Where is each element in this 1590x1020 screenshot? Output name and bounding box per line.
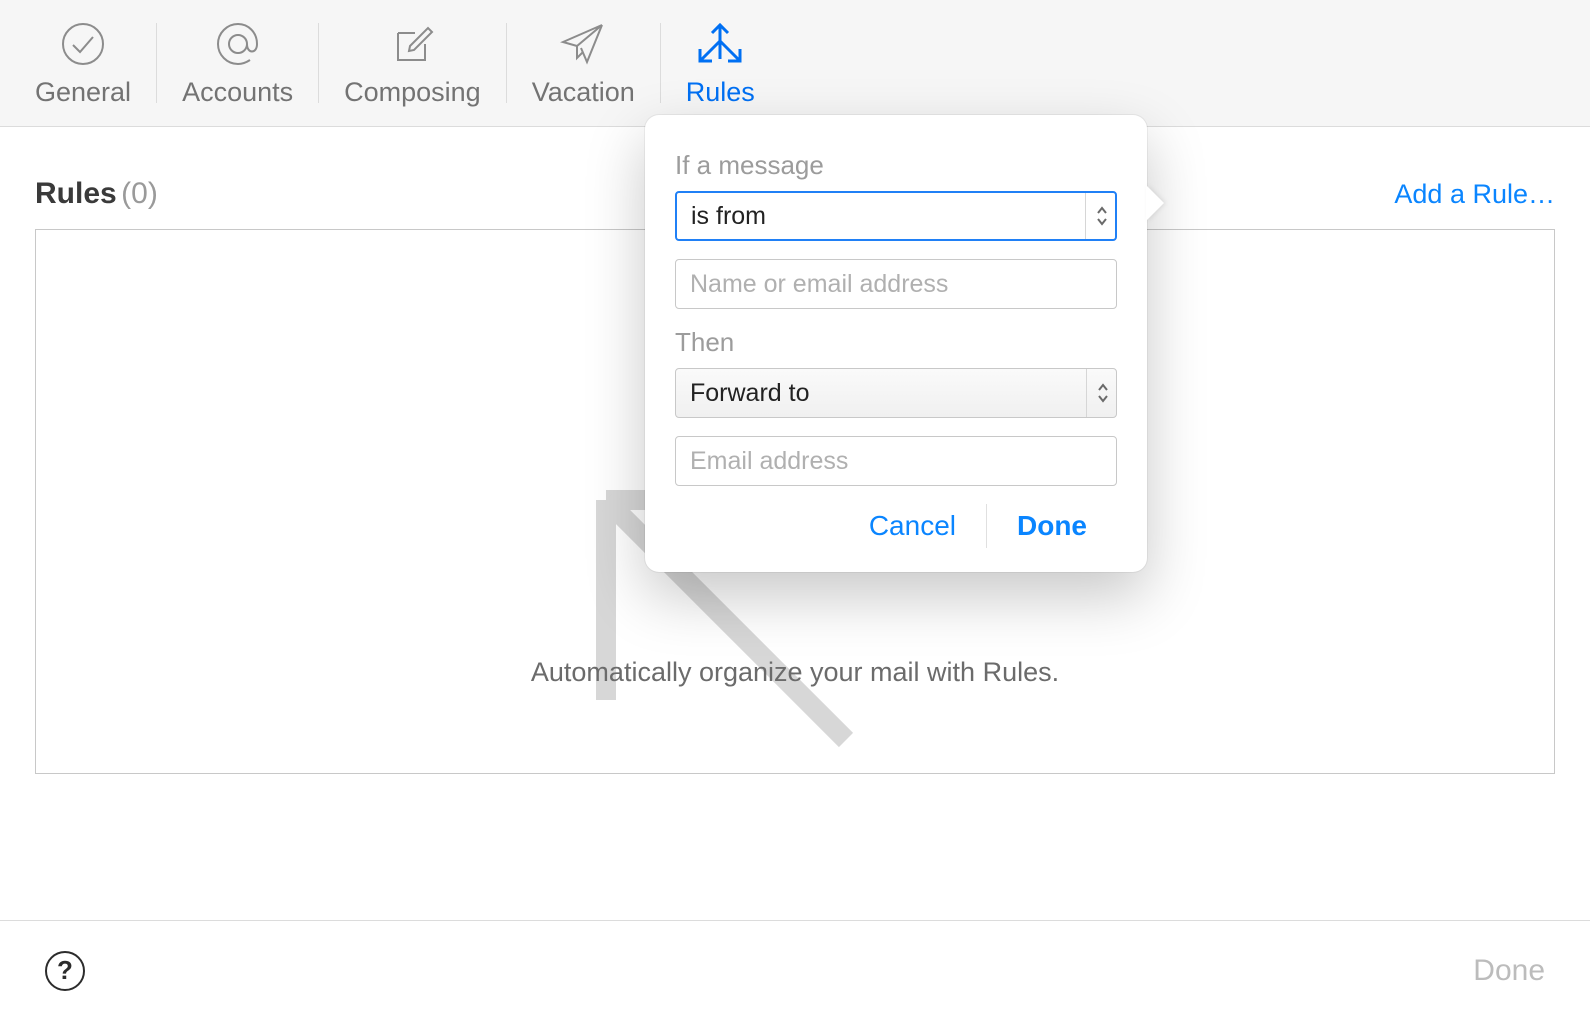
- rule-edit-popover: If a message is from Then Forward to Can…: [645, 115, 1147, 572]
- rules-count: (0): [121, 177, 158, 210]
- help-icon[interactable]: ?: [45, 951, 85, 991]
- compose-icon: [388, 19, 436, 69]
- footer-bar: ? Done: [0, 920, 1590, 1020]
- cancel-button[interactable]: Cancel: [839, 504, 986, 548]
- done-button[interactable]: Done: [987, 504, 1117, 548]
- rules-icon: [692, 19, 748, 69]
- tab-label: Vacation: [532, 77, 635, 108]
- action-select-value: Forward to: [690, 379, 809, 408]
- preferences-toolbar: General Accounts Composing: [0, 0, 1590, 127]
- tab-label: General: [35, 77, 131, 108]
- empty-state-message: Automatically organize your mail with Ru…: [36, 657, 1554, 688]
- airplane-icon: [557, 19, 609, 69]
- chevron-updown-icon: [1086, 369, 1112, 417]
- condition-select-value: is from: [691, 202, 766, 231]
- tab-general[interactable]: General: [10, 0, 156, 126]
- popover-caret-icon: [1146, 185, 1164, 221]
- tab-composing[interactable]: Composing: [319, 0, 506, 126]
- condition-select[interactable]: is from: [675, 191, 1117, 241]
- checkmark-circle-icon: [60, 19, 106, 69]
- tab-label: Accounts: [182, 77, 293, 108]
- section-title-wrap: Rules (0): [35, 177, 158, 211]
- action-value-input-wrap: [675, 436, 1117, 486]
- chevron-updown-icon: [1085, 193, 1111, 239]
- tab-accounts[interactable]: Accounts: [157, 0, 318, 126]
- footer-done-button[interactable]: Done: [1473, 954, 1545, 988]
- action-select[interactable]: Forward to: [675, 368, 1117, 418]
- section-title: Rules: [35, 177, 117, 210]
- if-label: If a message: [675, 150, 1117, 181]
- condition-value-input[interactable]: [690, 260, 1102, 308]
- action-value-input[interactable]: [690, 437, 1102, 485]
- popover-actions: Cancel Done: [675, 504, 1117, 548]
- at-sign-icon: [213, 19, 263, 69]
- tab-label: Composing: [344, 77, 481, 108]
- tab-vacation[interactable]: Vacation: [507, 0, 660, 126]
- add-rule-button[interactable]: Add a Rule…: [1394, 179, 1555, 210]
- condition-value-input-wrap: [675, 259, 1117, 309]
- tab-label: Rules: [686, 77, 755, 108]
- tab-rules[interactable]: Rules: [661, 0, 780, 126]
- then-label: Then: [675, 327, 1117, 358]
